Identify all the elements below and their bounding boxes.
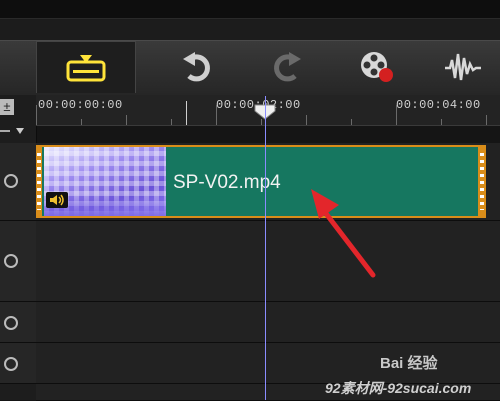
clip-trim-handle-left[interactable] [36, 145, 42, 218]
film-reel-icon [4, 174, 18, 188]
window-titlebar [0, 0, 500, 19]
audio-wave-icon [445, 53, 481, 81]
record-icon [361, 52, 393, 82]
timeline-view-button[interactable] [36, 41, 136, 93]
film-reel-icon [4, 316, 18, 330]
clip-trim-handle-right[interactable] [478, 145, 486, 218]
overlay-track [36, 221, 500, 302]
annotation-arrow [311, 189, 376, 278]
track-options-dropdown[interactable] [0, 126, 36, 136]
title-track [36, 302, 500, 343]
timeline-toolbar [0, 40, 500, 96]
plus-icon: ± [3, 99, 11, 114]
clip-audio-indicator [46, 192, 68, 208]
track-header-video[interactable] [0, 143, 36, 221]
watermark-92sucai: 92素材网-92sucai.com [325, 380, 472, 396]
toolbar-partial-button[interactable] [0, 47, 6, 87]
redo-button[interactable] [266, 47, 308, 87]
add-track-button[interactable]: ± [0, 99, 14, 115]
film-reel-icon [4, 357, 18, 371]
speaker-icon [50, 194, 64, 206]
redo-icon [274, 52, 301, 82]
track-header-title[interactable] [0, 302, 36, 343]
film-reel-icon [4, 254, 18, 268]
timecode-label: 00:00:00:00 [38, 98, 123, 112]
timeline-view-icon [66, 54, 106, 81]
undo-button[interactable] [176, 47, 218, 87]
chevron-down-icon [16, 128, 24, 134]
preview-area-edge [0, 19, 500, 40]
undo-icon [183, 52, 210, 82]
audio-mixer-button[interactable] [442, 47, 484, 87]
timecode-label: 00:00:04:00 [396, 98, 481, 112]
record-capture-button[interactable] [356, 47, 398, 87]
playhead-line [265, 96, 266, 400]
watermark-baidu: Bai 经验 [380, 355, 438, 372]
track-header-overlay[interactable] [0, 221, 36, 302]
track-header-voice[interactable] [0, 343, 36, 384]
